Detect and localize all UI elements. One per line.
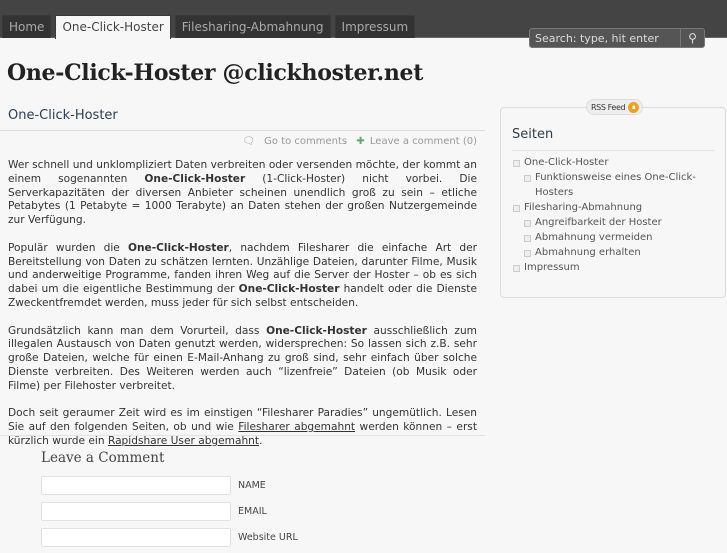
sidebar-pages-widget: Seiten One-Click-Hoster Funktionsweise ei… — [500, 107, 726, 298]
sidebar-page-link[interactable]: Abmahnung vermeiden — [524, 230, 725, 245]
leave-comment-link[interactable]: Leave a comment (0) — [370, 136, 477, 147]
bold-text: One-Click-Hoster — [238, 283, 340, 296]
tab-impressum[interactable]: Impressum — [334, 15, 416, 38]
comment-form: Leave a Comment NAME EMAIL Website URL — [41, 450, 298, 553]
inline-link[interactable]: Rapidshare User abgemahnt — [108, 435, 259, 447]
post-meta: 🗨 Go to comments ✚ Leave a comment (0) — [0, 131, 485, 151]
text: . — [259, 434, 263, 447]
email-field[interactable] — [41, 501, 231, 521]
sidebar-page-link[interactable]: Abmahnung erhalten — [524, 245, 725, 260]
name-label: NAME — [238, 479, 266, 491]
bold-text: One-Click-Hoster — [127, 241, 229, 254]
sidebar-page-link[interactable]: Filesharing-Abmahnung — [513, 200, 725, 215]
sidebar-page-link[interactable]: Funktionsweise eines One-Click-Hosters — [524, 170, 725, 200]
search-icon[interactable]: ⚲ — [680, 29, 704, 47]
sidebar-page-link[interactable]: One-Click-Hoster — [513, 155, 725, 170]
pages-list: One-Click-Hoster Funktionsweise eines One… — [513, 155, 725, 275]
comment-heading: Leave a Comment — [41, 450, 165, 466]
sidebar-heading: Seiten — [512, 127, 714, 151]
post-title[interactable]: One-Click-Hoster — [0, 108, 485, 130]
divider — [0, 435, 485, 436]
rss-icon: ∎ — [628, 101, 640, 113]
name-field[interactable] — [41, 475, 231, 495]
tab-home[interactable]: Home — [2, 15, 52, 38]
bold-text: One-Click-Hoster — [266, 324, 367, 337]
tab-one-click-hoster[interactable]: One-Click-Hoster — [55, 15, 171, 39]
email-label: EMAIL — [238, 505, 267, 517]
search-box: ⚲ — [529, 28, 705, 48]
rss-feed-button[interactable]: RSS Feed ∎ — [586, 99, 644, 115]
website-url-field[interactable] — [41, 527, 231, 547]
text: Grundsätzlich kann man dem Vorurteil, da… — [8, 324, 267, 337]
text: Populär wurden die — [8, 241, 128, 254]
inline-link[interactable]: Filesharer abgemahnt — [238, 421, 355, 433]
add-comment-icon: ✚ — [356, 136, 365, 147]
tab-filesharing-abmahnung[interactable]: Filesharing-Abmahnung — [174, 15, 331, 38]
website-url-label: Website URL — [238, 531, 298, 543]
sidebar-page-link[interactable]: Angreifbarkeit der Hoster — [524, 215, 725, 230]
search-input[interactable] — [530, 29, 680, 47]
bold-text: One-Click-Hoster — [144, 172, 246, 185]
nav-tabs: Home One-Click-Hoster Filesharing-Abmahn… — [2, 15, 416, 39]
paragraph: Grundsätzlich kann man dem Vorurteil, da… — [8, 325, 477, 394]
paragraph: Doch seit geraumer Zeit wird es im einst… — [8, 407, 477, 448]
paragraph: Populär wurden die One-Click-Hoster, nac… — [8, 242, 477, 311]
rss-feed-label: RSS Feed — [591, 102, 626, 112]
post: One-Click-Hoster 🗨 Go to comments ✚ Leav… — [0, 108, 485, 463]
go-to-comments-link[interactable]: Go to comments — [264, 136, 347, 147]
sidebar-page-link[interactable]: Impressum — [513, 260, 725, 275]
site-title[interactable]: One-Click-Hoster @clickhoster.net — [7, 60, 423, 86]
paragraph: Wer schnell und unklompliziert Daten ver… — [8, 159, 477, 228]
post-content: Wer schnell und unklompliziert Daten ver… — [0, 159, 485, 449]
comment-bubble-icon: 🗨 — [242, 136, 255, 147]
